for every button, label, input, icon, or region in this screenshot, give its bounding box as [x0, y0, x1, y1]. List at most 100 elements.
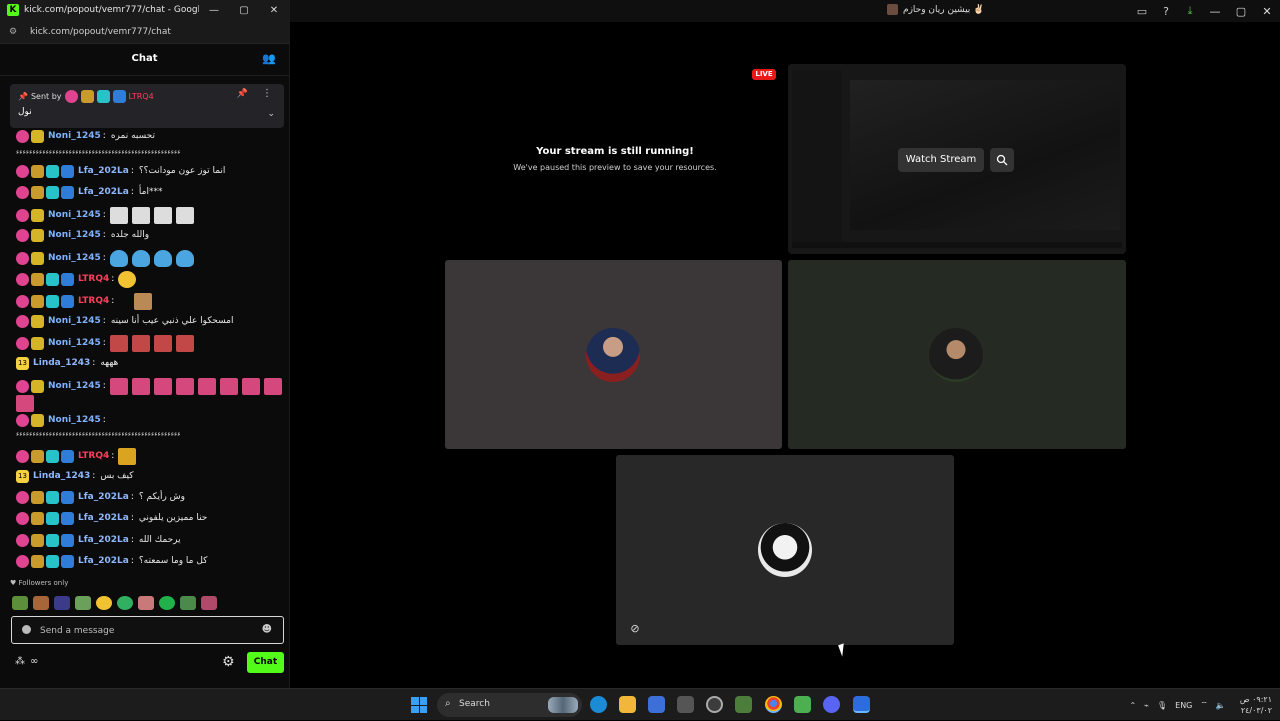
chat-username[interactable]: Lfa_202La — [78, 556, 129, 566]
url-text[interactable]: kick.com/popout/vemr777/chat — [30, 27, 171, 37]
chat-maximize-button[interactable]: ▢ — [229, 5, 259, 16]
windows-start-icon[interactable] — [411, 697, 427, 713]
discord-icon[interactable] — [823, 696, 840, 713]
sub-badge-icon — [61, 490, 74, 504]
emote — [197, 377, 216, 395]
volume-icon[interactable]: 🔈 — [1216, 701, 1226, 710]
users-icon[interactable]: 👥 — [262, 52, 276, 65]
send-chat-button[interactable]: Chat — [247, 652, 284, 673]
quick-emote[interactable] — [96, 596, 112, 610]
pinned-text: نول — [18, 107, 32, 117]
chat-username[interactable]: Noni_1245 — [48, 381, 101, 391]
chat-username[interactable]: Noni_1245 — [48, 230, 101, 240]
watch-stream-button[interactable]: Watch Stream — [898, 148, 984, 172]
sub-badge-icon — [61, 272, 74, 286]
chat-username[interactable]: Noni_1245 — [48, 338, 101, 348]
chat-username[interactable]: Noni_1245 — [48, 253, 101, 263]
message-input-box[interactable]: ☻ — [11, 616, 284, 644]
network-icon[interactable]: ⌁ — [1144, 701, 1149, 710]
chat-username[interactable]: Lfa_202La — [78, 187, 129, 197]
chat-close-button[interactable]: ✕ — [259, 5, 289, 16]
chat-title: Chat — [131, 53, 158, 64]
language-indicator[interactable]: ENG — [1175, 701, 1192, 710]
chat-username[interactable]: LTRQ4 — [78, 296, 109, 306]
app-icon[interactable] — [794, 696, 811, 713]
kick-badge-icon — [31, 208, 44, 222]
pinned-message[interactable]: 📌 Sent by LTRQ4 نول 📌 ⋮ ⌄ — [10, 84, 284, 128]
app-icon[interactable] — [706, 696, 723, 713]
chat-username[interactable]: Lfa_202La — [78, 166, 129, 176]
chat-username[interactable]: Noni_1245 — [48, 210, 101, 220]
site-info-icon[interactable]: ⚙ — [9, 27, 23, 37]
participant-tile-2[interactable] — [788, 260, 1126, 449]
main-window-tab[interactable]: بيشين ريان وحازم ✌🏻 — [887, 4, 1017, 15]
quick-emote[interactable] — [180, 596, 196, 610]
chat-text: يرحمك الله — [138, 535, 181, 545]
edge-icon[interactable] — [590, 696, 607, 713]
chat-message: Lfa_202La: وش رأيكم ؟ — [16, 489, 185, 505]
message-input[interactable] — [40, 622, 260, 639]
emote — [118, 270, 137, 288]
camera-off-icon[interactable]: ⊘ — [626, 619, 644, 637]
chevron-down-icon[interactable]: ⌄ — [267, 109, 275, 119]
file-explorer-icon[interactable] — [619, 696, 636, 713]
quick-emote[interactable] — [33, 596, 49, 610]
maximize-button[interactable]: ▢ — [1228, 0, 1254, 22]
quick-emote[interactable] — [159, 596, 175, 610]
chat-message: Noni_1245: — [16, 376, 282, 396]
download-icon[interactable]: ⤓ — [1178, 0, 1202, 22]
chat-username[interactable]: Lfa_202La — [78, 513, 129, 523]
taskbar-search[interactable]: ⌕ Search — [437, 693, 582, 717]
crown-badge-icon — [31, 185, 44, 199]
app-icon[interactable] — [677, 696, 694, 713]
chat-messages: Noni_1245: تحسبه نمره ءءءءءءءءءءءءءءءءءء… — [0, 128, 290, 576]
quick-emote[interactable] — [117, 596, 133, 610]
participant-avatar-2 — [929, 328, 983, 382]
gear-icon[interactable]: ⚙ — [222, 654, 235, 670]
app-icon[interactable] — [735, 696, 752, 713]
chat-username[interactable]: Linda_1243 — [33, 471, 90, 481]
participant-tile-3[interactable]: ⊘ — [616, 455, 954, 645]
quick-emote[interactable] — [54, 596, 70, 610]
search-icon: ⌕ — [445, 698, 451, 709]
chat-username[interactable]: Noni_1245 — [48, 415, 101, 425]
wifi-icon[interactable]: ⌔ — [1200, 700, 1208, 710]
minimize-button[interactable]: — — [1202, 0, 1228, 22]
followers-only-notice: ♥ Followers only — [10, 579, 68, 587]
chevron-up-icon[interactable]: ⌃ — [1129, 701, 1136, 710]
clock[interactable]: ٠٩:٢١ ص ٢٤/٠٣/٠٢ — [1240, 694, 1272, 716]
quick-emote[interactable] — [12, 596, 28, 610]
chat-username[interactable]: LTRQ4 — [78, 274, 109, 284]
chat-username[interactable]: LTRQ4 — [78, 451, 109, 461]
chat-header: Chat 👥 — [0, 44, 289, 76]
pinned-username[interactable]: LTRQ4 — [129, 92, 154, 101]
chat-username[interactable]: Noni_1245 — [48, 131, 101, 141]
emoji-icon[interactable]: ☻ — [262, 624, 272, 635]
microphone-icon[interactable]: 🎙 — [1157, 701, 1167, 710]
quick-emote[interactable] — [138, 596, 154, 610]
chat-username[interactable]: Noni_1245 — [48, 316, 101, 326]
chat-username[interactable]: Linda_1243 — [33, 358, 90, 368]
chat-minimize-button[interactable]: — — [199, 5, 229, 16]
chat-message: Lfa_202La: يرحمك الله — [16, 532, 181, 548]
participant-tile-1[interactable] — [445, 260, 782, 449]
close-button[interactable]: ✕ — [1254, 0, 1280, 22]
app-icon[interactable] — [853, 696, 870, 713]
kick-points-icon[interactable]: ⁂ — [15, 656, 25, 667]
zoom-icon[interactable] — [990, 148, 1014, 172]
unpin-icon[interactable]: 📌 — [237, 89, 248, 99]
chrome-icon[interactable] — [765, 696, 782, 713]
picture-in-picture-icon[interactable]: ▭ — [1130, 0, 1154, 22]
chat-username[interactable]: Lfa_202La — [78, 492, 129, 502]
url-bar[interactable]: ⚙ kick.com/popout/vemr777/chat — [0, 20, 289, 44]
chat-username[interactable]: Lfa_202La — [78, 535, 129, 545]
more-vertical-icon[interactable]: ⋮ — [262, 88, 272, 99]
quick-emote[interactable] — [75, 596, 91, 610]
help-icon[interactable]: ? — [1154, 0, 1178, 22]
quick-emote[interactable] — [201, 596, 217, 610]
store-icon[interactable] — [648, 696, 665, 713]
stream-running-title: Your stream is still running! — [536, 146, 694, 157]
stream-preview[interactable]: Watch Stream — [788, 64, 1126, 254]
crown-badge-icon — [31, 533, 44, 547]
emote — [153, 206, 172, 224]
